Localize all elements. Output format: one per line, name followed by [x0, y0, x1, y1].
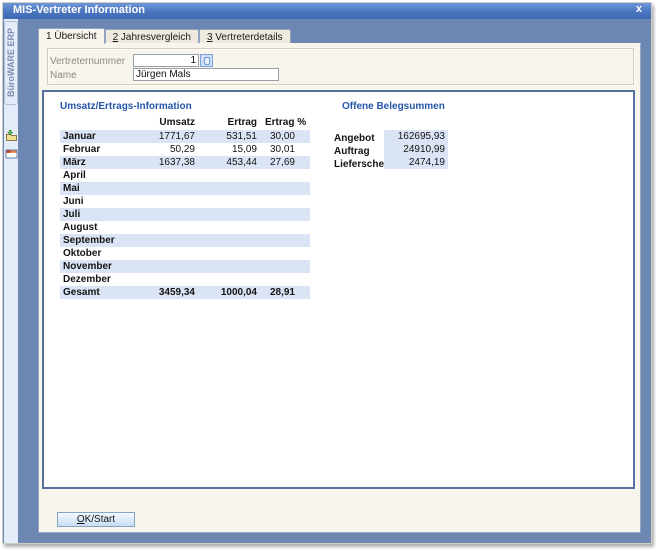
table-row: Mai	[60, 182, 310, 195]
col-header-ertrag: Ertrag	[207, 116, 265, 130]
tab-label: Vertreterdetails	[213, 32, 283, 43]
col-header-umsatz: Umsatz	[155, 116, 207, 130]
tab-vertreterdetails[interactable]: 3 Vertreterdetails	[199, 29, 291, 44]
table-row: März 1637,38 453,44 27,69	[60, 156, 310, 169]
folder-import-icon[interactable]	[5, 129, 18, 142]
table-row: September	[60, 234, 310, 247]
vertreternummer-label: Vertreternummer	[50, 56, 125, 67]
tab-label: Jahresvergleich	[118, 32, 191, 43]
name-label: Name	[50, 70, 77, 81]
umsatz-section-title: Umsatz/Ertrags-Information	[60, 101, 192, 112]
table-row: Dezember	[60, 273, 310, 286]
lookup-button[interactable]	[200, 54, 213, 67]
window-body: BüroWARE ERP 1 Übersicht 2	[3, 19, 651, 543]
close-icon[interactable]: x	[636, 3, 642, 15]
list-item: Lieferschein 2474,19	[334, 156, 464, 169]
window-title: MIS-Vertreter Information	[13, 4, 145, 16]
umsatz-table: Umsatz Ertrag Ertrag % Januar 1771,67 53…	[60, 116, 310, 299]
beleg-value: 24910,99	[384, 143, 448, 156]
title-bar[interactable]: MIS-Vertreter Information x	[3, 3, 651, 19]
beleg-value: 2474,19	[384, 156, 448, 169]
table-row: Juli	[60, 208, 310, 221]
tab-jahresvergleich[interactable]: 2 Jahresvergleich	[105, 29, 199, 44]
beleg-section-title: Offene Belegsummen	[342, 101, 445, 112]
list-item: Auftrag 24910,99	[334, 143, 464, 156]
sidebar-strip: BüroWARE ERP	[4, 19, 18, 543]
table-row: Februar 50,29 15,09 30,01	[60, 143, 310, 156]
table-row: April	[60, 169, 310, 182]
tab-uebersicht[interactable]: 1 Übersicht	[38, 28, 105, 44]
tab-page-uebersicht: Vertreternummer Name Umsatz/Ertrags-Info…	[38, 43, 641, 533]
beleg-value: 162695,93	[384, 130, 448, 143]
table-row: Juni	[60, 195, 310, 208]
vertreternummer-input[interactable]	[133, 54, 199, 67]
beleg-table: Angebot 162695,93 Auftrag 24910,99 Liefe…	[334, 130, 464, 169]
sidebar-brand-tab[interactable]: BüroWARE ERP	[4, 21, 18, 105]
table-row: Januar 1771,67 531,51 30,00	[60, 130, 310, 143]
list-item: Angebot 162695,93	[334, 130, 464, 143]
lookup-icon	[204, 57, 210, 65]
tab-bar: 1 Übersicht 2 Jahresvergleich 3 Vertrete…	[38, 28, 291, 43]
ok-start-button[interactable]: OK/Start	[57, 512, 135, 527]
col-header-ertrag-pct: Ertrag %	[265, 116, 310, 130]
form-window-icon[interactable]	[5, 147, 18, 160]
table-total-row: Gesamt 3459,34 1000,04 28,91	[60, 286, 310, 299]
table-row: November	[60, 260, 310, 273]
content-panel: Umsatz/Ertrags-Information Umsatz Ertrag…	[42, 90, 635, 489]
brand-label: BüroWARE ERP	[6, 28, 16, 97]
table-row: Oktober	[60, 247, 310, 260]
table-row: August	[60, 221, 310, 234]
name-input[interactable]	[133, 68, 279, 81]
tab-label: Übersicht	[52, 31, 97, 42]
table-header-row: Umsatz Ertrag Ertrag %	[60, 116, 310, 130]
application-window: MIS-Vertreter Information x BüroWARE ERP	[2, 2, 652, 544]
